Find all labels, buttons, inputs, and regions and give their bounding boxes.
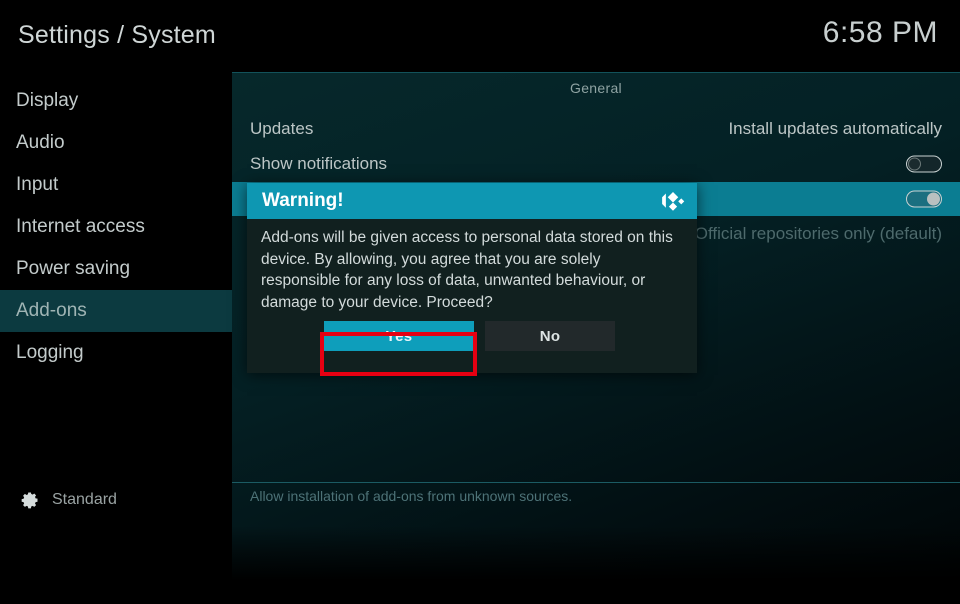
setting-row-show-notifications[interactable]: Show notifications — [232, 147, 960, 181]
sidebar-item-input[interactable]: Input — [0, 164, 232, 206]
warning-dialog: Warning! Add-ons will be given access to… — [247, 183, 697, 373]
dialog-message: Add-ons will be given access to personal… — [261, 229, 673, 311]
section-header: General — [570, 80, 622, 96]
toggle-knob — [908, 157, 921, 171]
dialog-button-row: Yes No — [247, 321, 697, 351]
toggle-show-notifications[interactable] — [906, 155, 942, 173]
gear-icon — [21, 492, 38, 509]
sidebar-item-label: Input — [16, 174, 59, 195]
top-bar: Settings / System 6:58 PM — [0, 0, 960, 72]
sidebar-item-label: Internet access — [16, 216, 145, 237]
dialog-header: Warning! — [247, 183, 697, 219]
settings-level-selector[interactable]: Standard — [0, 482, 232, 518]
page-title: Settings / System — [18, 21, 216, 49]
sidebar-item-internet-access[interactable]: Internet access — [0, 206, 232, 248]
sidebar-item-label: Audio — [16, 132, 65, 153]
settings-level-label: Standard — [52, 491, 117, 508]
setting-label-updates: Updates — [250, 119, 314, 138]
setting-value-update-official-repos: Official repositories only (default) — [694, 224, 942, 243]
bottom-fade — [232, 526, 960, 604]
sidebar-item-audio[interactable]: Audio — [0, 122, 232, 164]
setting-label-show-notifications: Show notifications — [250, 154, 388, 173]
sidebar-item-label: Logging — [16, 342, 84, 363]
toggle-knob — [927, 192, 940, 206]
help-separator — [232, 482, 960, 483]
setting-row-updates[interactable]: Updates Install updates automatically — [232, 112, 960, 146]
settings-sidebar: Display Audio Input Internet access Powe… — [0, 72, 232, 604]
kodi-logo-icon — [662, 192, 685, 211]
sidebar-item-label: Power saving — [16, 258, 131, 279]
clock: 6:58 PM — [822, 16, 938, 49]
setting-value-updates: Install updates automatically — [728, 119, 942, 138]
help-text: Allow installation of add-ons from unkno… — [250, 488, 573, 504]
yes-button[interactable]: Yes — [324, 321, 474, 351]
sidebar-item-label: Display — [16, 90, 79, 111]
no-button[interactable]: No — [485, 321, 615, 351]
sidebar-item-power-saving[interactable]: Power saving — [0, 248, 232, 290]
kodi-settings-screen: General Updates Install updates automati… — [0, 0, 960, 604]
sidebar-item-display[interactable]: Display — [0, 80, 232, 122]
sidebar-item-add-ons[interactable]: Add-ons — [0, 290, 232, 332]
dialog-title: Warning! — [262, 190, 344, 211]
sidebar-item-label: Add-ons — [16, 300, 87, 321]
toggle-unknown-sources[interactable] — [906, 190, 942, 208]
sidebar-item-logging[interactable]: Logging — [0, 332, 232, 374]
